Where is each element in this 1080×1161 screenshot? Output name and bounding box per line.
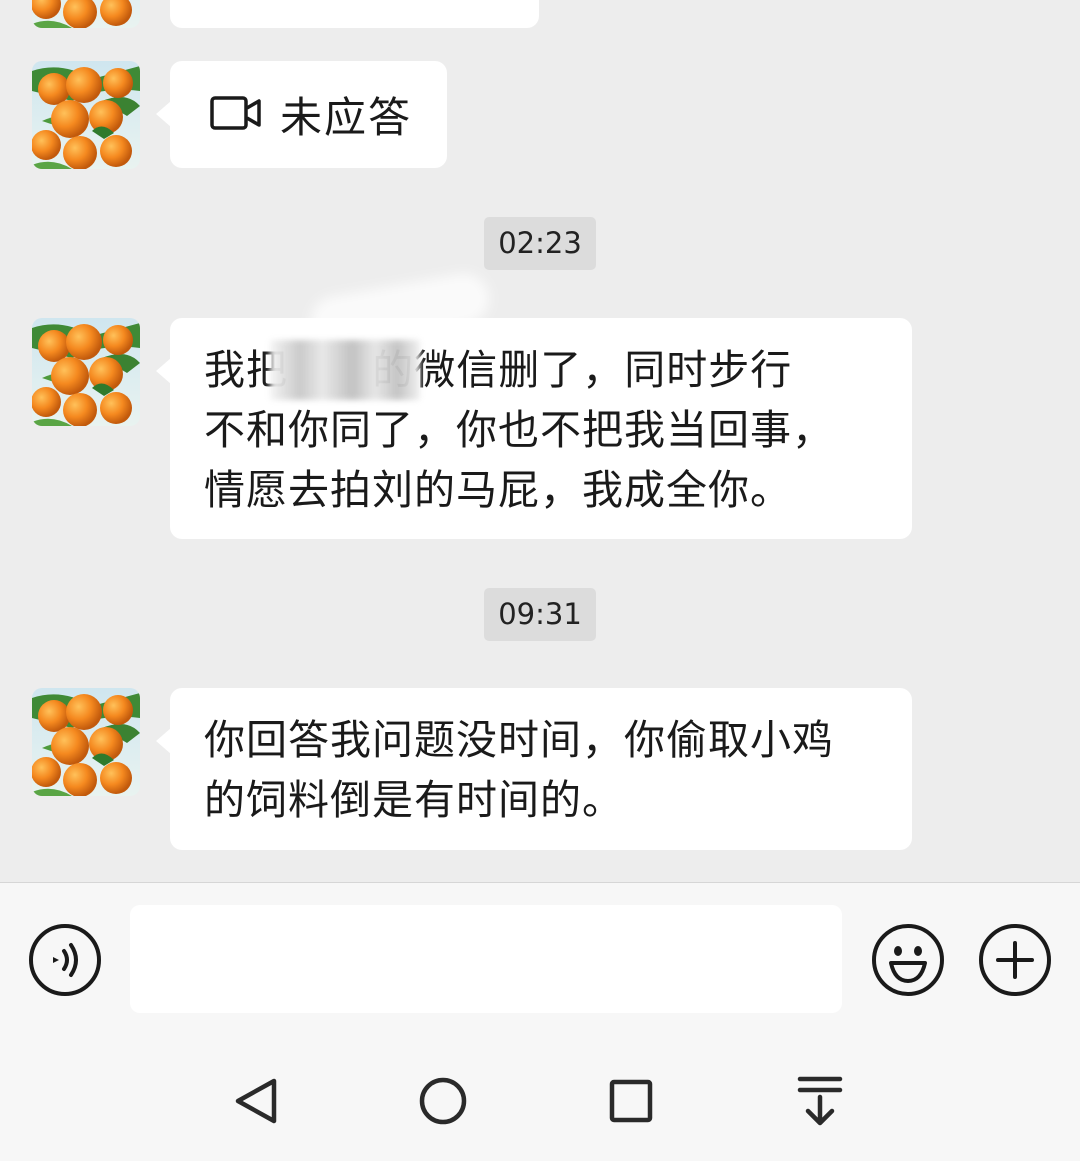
- redaction-blur: [270, 340, 420, 400]
- call-status-label: 未应答: [280, 93, 413, 142]
- emoji-icon[interactable]: [871, 923, 945, 997]
- message-input[interactable]: [130, 905, 842, 1013]
- message-bubble-partial[interactable]: [170, 0, 539, 28]
- plus-icon[interactable]: [978, 923, 1052, 997]
- recent-square-icon[interactable]: [601, 1071, 661, 1131]
- timestamp: 02:23: [484, 217, 596, 270]
- contact-avatar[interactable]: [32, 318, 140, 426]
- input-bar: [0, 883, 1080, 1033]
- contact-avatar[interactable]: [32, 0, 140, 28]
- contact-avatar[interactable]: [32, 61, 140, 169]
- message-text: 你回答我问题没时间，你偷取小鸡 的饲料倒是有时间的。: [204, 716, 834, 824]
- home-circle-icon[interactable]: [413, 1071, 473, 1131]
- back-triangle-icon[interactable]: [226, 1071, 286, 1131]
- menu-down-icon[interactable]: [790, 1071, 850, 1131]
- timestamp: 09:31: [484, 588, 596, 641]
- system-navigation-bar: [0, 1033, 1080, 1161]
- chat-area[interactable]: 未应答 02:23 我把 的微信删了，同时步行 不和你同了，你也不把我当回事， …: [0, 0, 1080, 883]
- message-bubble[interactable]: 你回答我问题没时间，你偷取小鸡 的饲料倒是有时间的。: [156, 688, 912, 850]
- contact-avatar[interactable]: [32, 688, 140, 796]
- missed-call-bubble[interactable]: 未应答: [156, 61, 447, 168]
- voice-input-icon[interactable]: [28, 923, 102, 997]
- video-call-icon: [210, 95, 262, 135]
